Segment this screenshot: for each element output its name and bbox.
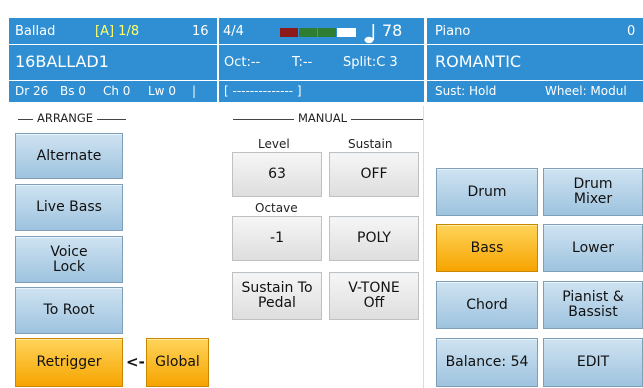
drum-mixer-label: Drum Mixer [573,176,613,207]
lower-button[interactable]: Lower [543,224,643,272]
alternate-label: Alternate [36,147,102,164]
bass-label: Bass [470,239,504,256]
octave-readout: Oct:-- [224,55,261,70]
arrow-label: <- [126,353,145,371]
retrigger-button[interactable]: Retrigger [15,338,123,387]
poly-value-text: POLY [357,230,391,246]
chord-button[interactable]: Chord [436,281,538,329]
bass-value: Bs 0 [60,84,86,98]
pianist-bassist-label: Pianist & Bassist [562,289,624,320]
style-name: 16BALLAD1 [15,52,109,71]
edit-label: EDIT [576,354,610,370]
edit-button[interactable]: EDIT [543,338,643,387]
sustain-to-pedal-button[interactable]: Sustain To Pedal [232,272,322,320]
chord-label: Chord [466,296,508,313]
divider [9,44,217,45]
lower-label: Lower [572,239,614,256]
retrigger-label: Retrigger [36,354,102,370]
level-value-text: 63 [268,166,286,182]
voice-lock-button[interactable]: Voice Lock [15,236,123,283]
drum-value: Dr 26 [15,84,49,98]
transpose-readout: T:-- [292,55,313,70]
style-category: Ballad [15,24,56,39]
bass-button[interactable]: Bass [436,224,538,272]
vtone-button[interactable]: V-TONE Off [329,272,419,320]
live-bass-label: Live Bass [36,199,102,215]
divider [9,80,217,81]
to-root-button[interactable]: To Root [15,287,123,334]
global-button[interactable]: Global [146,338,209,387]
divider [427,80,643,81]
drum-button[interactable]: Drum [436,168,538,216]
voice-lock-label: Voice Lock [50,243,88,275]
poly-button[interactable]: POLY [329,216,419,261]
alternate-button[interactable]: Alternate [15,133,123,179]
to-root-label: To Root [43,302,95,318]
chord-value: Ch 0 [103,84,131,98]
global-label: Global [155,354,200,370]
sustain-to-pedal-label: Sustain To Pedal [241,280,313,311]
octave-value[interactable]: -1 [232,216,322,261]
pianist-bassist-button[interactable]: Pianist & Bassist [543,281,643,329]
lower-value: Lw 0 [148,84,176,98]
sustain-button[interactable]: OFF [329,152,419,197]
level-value[interactable]: 63 [232,152,322,197]
sustain-value-text: OFF [360,166,388,182]
sustain-status: Sust: Hold [435,84,497,98]
divider [219,44,424,45]
live-bass-button[interactable]: Live Bass [15,184,123,231]
arrange-title: ARRANGE [33,111,98,125]
manual-title: MANUAL [294,111,352,125]
vtone-label: V-TONE Off [348,280,400,311]
divider [219,80,424,81]
divider [427,44,643,45]
tempo-value: 78 [382,21,403,40]
sound-category: Piano [435,24,471,39]
drum-label: Drum [467,183,507,200]
balance-button[interactable]: Balance: 54 [436,338,538,387]
variation-label: [A] 1/8 [95,24,140,39]
wheel-status: Wheel: Modul [545,84,627,98]
bracket-readout: [ -------------- ] [224,84,302,98]
octave-label: Octave [255,201,298,215]
time-signature: 4/4 [223,24,244,39]
level-label: Level [258,137,290,151]
octave-value-text: -1 [270,230,284,246]
sustain-label: Sustain [348,137,393,151]
split-readout: Split:C 3 [343,55,398,70]
drum-mixer-button[interactable]: Drum Mixer [543,168,643,216]
status-header: Ballad [A] 1/8 16 16BALLAD1 Dr 26 Bs 0 C… [0,0,643,103]
beat-meter [280,28,356,37]
note-icon [364,24,375,44]
sound-name: ROMANTIC [435,52,522,71]
sound-value: 0 [627,24,636,39]
balance-label: Balance: 54 [445,354,529,370]
measure-count: 16 [192,24,209,39]
